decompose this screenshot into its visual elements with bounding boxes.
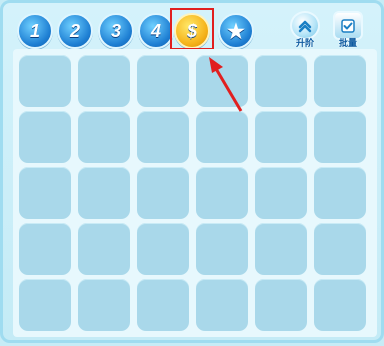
upgrade-label: 升阶 [295,38,314,48]
inventory-slot[interactable] [19,111,71,163]
batch-button[interactable]: 批量 [330,11,366,49]
selection-highlight-box [170,8,214,50]
inventory-slot[interactable] [255,55,307,107]
inventory-slot[interactable] [19,279,71,331]
tab-3[interactable]: 3 [98,13,134,49]
inventory-slot[interactable] [314,55,366,107]
inventory-slot[interactable] [19,55,71,107]
inventory-slot[interactable] [19,223,71,275]
inventory-slot[interactable] [314,223,366,275]
inventory-slot[interactable] [314,167,366,219]
inventory-window: 1 2 3 4 $ ★ 升阶 批量 [0,0,384,343]
inventory-slot[interactable] [137,279,189,331]
upgrade-button[interactable]: 升阶 [287,11,323,49]
batch-label: 批量 [338,38,357,48]
inventory-slot[interactable] [137,55,189,107]
inventory-slot[interactable] [196,55,248,107]
inventory-slot[interactable] [19,167,71,219]
inventory-slot[interactable] [196,223,248,275]
inventory-slot[interactable] [196,111,248,163]
inventory-slot[interactable] [314,279,366,331]
inventory-slot[interactable] [255,279,307,331]
inventory-slot[interactable] [137,111,189,163]
tab-1[interactable]: 1 [17,13,53,49]
inventory-slot[interactable] [78,223,130,275]
inventory-slot[interactable] [137,167,189,219]
tab-4[interactable]: 4 [138,13,174,49]
tab-2[interactable]: 2 [57,13,93,49]
inventory-slot[interactable] [78,55,130,107]
inventory-slot[interactable] [196,167,248,219]
inventory-slot[interactable] [137,223,189,275]
inventory-slot[interactable] [78,167,130,219]
tab-star[interactable]: ★ [218,13,254,49]
inventory-slot[interactable] [255,223,307,275]
inventory-grid [13,49,377,337]
inventory-slot[interactable] [255,111,307,163]
inventory-slot[interactable] [78,279,130,331]
inventory-slot[interactable] [255,167,307,219]
inventory-slot[interactable] [78,111,130,163]
inventory-slot[interactable] [196,279,248,331]
tab-bar: 1 2 3 4 $ ★ 升阶 批量 [13,8,377,50]
inventory-slot[interactable] [314,111,366,163]
